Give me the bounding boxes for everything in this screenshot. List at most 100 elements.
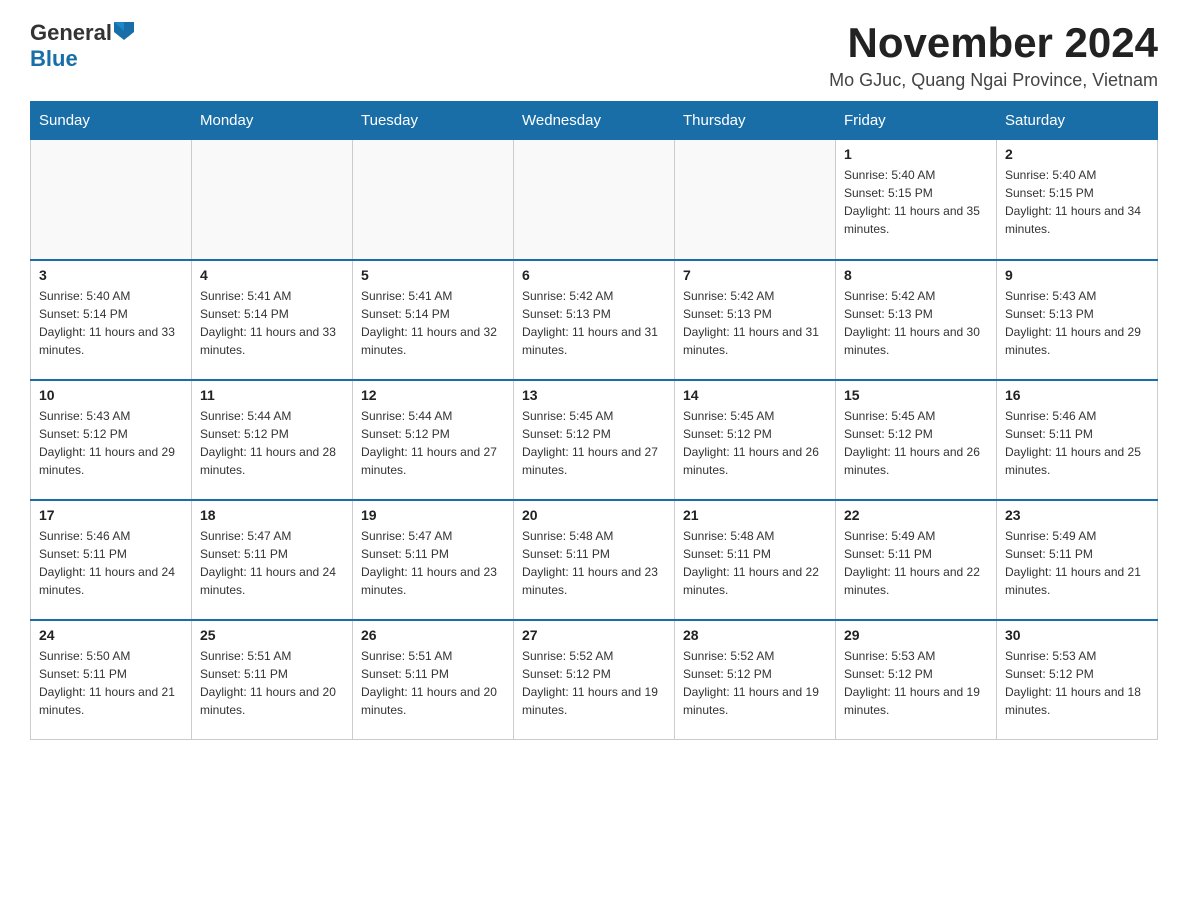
col-saturday: Saturday [997, 102, 1158, 140]
table-row: 3 Sunrise: 5:40 AMSunset: 5:14 PMDaylight… [31, 260, 192, 380]
table-row: 27 Sunrise: 5:52 AMSunset: 5:12 PMDayligh… [514, 620, 675, 740]
day-number: 16 [1005, 387, 1149, 403]
table-row: 13Sunrise: 5:45 AMSunset: 5:12 PMDayligh… [514, 380, 675, 500]
day-number: 12 [361, 387, 505, 403]
day-number: 28 [683, 627, 827, 643]
day-info: Sunrise: 5:53 AMSunset: 5:12 PMDaylight:… [1005, 647, 1149, 719]
calendar-week-row: 1 Sunrise: 5:40 AMSunset: 5:15 PMDaylight… [31, 140, 1158, 260]
day-number: 18 [200, 507, 344, 523]
table-row: 11Sunrise: 5:44 AMSunset: 5:12 PMDayligh… [192, 380, 353, 500]
page-title: November 2024 [829, 20, 1158, 66]
table-row: 15Sunrise: 5:45 AMSunset: 5:12 PMDayligh… [836, 380, 997, 500]
col-thursday: Thursday [675, 102, 836, 140]
day-info: Sunrise: 5:49 AMSunset: 5:11 PMDaylight:… [1005, 527, 1149, 599]
day-info: Sunrise: 5:52 AMSunset: 5:12 PMDaylight:… [683, 647, 827, 719]
day-info: Sunrise: 5:49 AMSunset: 5:11 PMDaylight:… [844, 527, 988, 599]
table-row: 14Sunrise: 5:45 AMSunset: 5:12 PMDayligh… [675, 380, 836, 500]
day-number: 19 [361, 507, 505, 523]
table-row [353, 140, 514, 260]
col-monday: Monday [192, 102, 353, 140]
calendar-header-row: Sunday Monday Tuesday Wednesday Thursday… [31, 102, 1158, 140]
page-header: General Blue November 2024 Mo GJuc, Quan… [30, 20, 1158, 91]
day-info: Sunrise: 5:47 AMSunset: 5:11 PMDaylight:… [200, 527, 344, 599]
day-number: 26 [361, 627, 505, 643]
table-row: 4 Sunrise: 5:41 AMSunset: 5:14 PMDaylight… [192, 260, 353, 380]
table-row: 18 Sunrise: 5:47 AMSunset: 5:11 PMDayligh… [192, 500, 353, 620]
day-info: Sunrise: 5:53 AMSunset: 5:12 PMDaylight:… [844, 647, 988, 719]
day-number: 7 [683, 267, 827, 283]
table-row: 28 Sunrise: 5:52 AMSunset: 5:12 PMDayligh… [675, 620, 836, 740]
calendar-table: Sunday Monday Tuesday Wednesday Thursday… [30, 101, 1158, 740]
day-info: Sunrise: 5:43 AMSunset: 5:12 PMDaylight:… [39, 407, 183, 479]
day-info: Sunrise: 5:41 AMSunset: 5:14 PMDaylight:… [200, 287, 344, 359]
table-row: 30Sunrise: 5:53 AMSunset: 5:12 PMDayligh… [997, 620, 1158, 740]
day-info: Sunrise: 5:51 AMSunset: 5:11 PMDaylight:… [200, 647, 344, 719]
day-number: 3 [39, 267, 183, 283]
day-number: 6 [522, 267, 666, 283]
day-info: Sunrise: 5:47 AMSunset: 5:11 PMDaylight:… [361, 527, 505, 599]
day-number: 14 [683, 387, 827, 403]
page-subtitle: Mo GJuc, Quang Ngai Province, Vietnam [829, 70, 1158, 91]
table-row: 9Sunrise: 5:43 AMSunset: 5:13 PMDaylight… [997, 260, 1158, 380]
day-info: Sunrise: 5:48 AMSunset: 5:11 PMDaylight:… [683, 527, 827, 599]
day-number: 23 [1005, 507, 1149, 523]
calendar-week-row: 24 Sunrise: 5:50 AMSunset: 5:11 PMDayligh… [31, 620, 1158, 740]
table-row: 23 Sunrise: 5:49 AMSunset: 5:11 PMDayligh… [997, 500, 1158, 620]
day-info: Sunrise: 5:44 AMSunset: 5:12 PMDaylight:… [361, 407, 505, 479]
day-info: Sunrise: 5:46 AMSunset: 5:11 PMDaylight:… [1005, 407, 1149, 479]
day-info: Sunrise: 5:52 AMSunset: 5:12 PMDaylight:… [522, 647, 666, 719]
table-row: 7 Sunrise: 5:42 AMSunset: 5:13 PMDaylight… [675, 260, 836, 380]
calendar-week-row: 17 Sunrise: 5:46 AMSunset: 5:11 PMDayligh… [31, 500, 1158, 620]
table-row: 21 Sunrise: 5:48 AMSunset: 5:11 PMDayligh… [675, 500, 836, 620]
day-number: 10 [39, 387, 183, 403]
day-number: 29 [844, 627, 988, 643]
day-info: Sunrise: 5:40 AMSunset: 5:14 PMDaylight:… [39, 287, 183, 359]
day-number: 21 [683, 507, 827, 523]
day-number: 17 [39, 507, 183, 523]
table-row: 22 Sunrise: 5:49 AMSunset: 5:11 PMDayligh… [836, 500, 997, 620]
day-number: 27 [522, 627, 666, 643]
table-row: 1 Sunrise: 5:40 AMSunset: 5:15 PMDaylight… [836, 140, 997, 260]
table-row: 8Sunrise: 5:42 AMSunset: 5:13 PMDaylight… [836, 260, 997, 380]
table-row: 25 Sunrise: 5:51 AMSunset: 5:11 PMDayligh… [192, 620, 353, 740]
day-info: Sunrise: 5:42 AMSunset: 5:13 PMDaylight:… [683, 287, 827, 359]
logo-general-text: General [30, 20, 112, 46]
col-sunday: Sunday [31, 102, 192, 140]
day-info: Sunrise: 5:42 AMSunset: 5:13 PMDaylight:… [522, 287, 666, 359]
day-info: Sunrise: 5:42 AMSunset: 5:13 PMDaylight:… [844, 287, 988, 359]
calendar-week-row: 3 Sunrise: 5:40 AMSunset: 5:14 PMDaylight… [31, 260, 1158, 380]
day-number: 1 [844, 146, 988, 162]
day-number: 9 [1005, 267, 1149, 283]
day-info: Sunrise: 5:46 AMSunset: 5:11 PMDaylight:… [39, 527, 183, 599]
table-row [514, 140, 675, 260]
day-info: Sunrise: 5:40 AMSunset: 5:15 PMDaylight:… [844, 166, 988, 238]
table-row: 24 Sunrise: 5:50 AMSunset: 5:11 PMDayligh… [31, 620, 192, 740]
table-row: 12 Sunrise: 5:44 AMSunset: 5:12 PMDayligh… [353, 380, 514, 500]
day-number: 25 [200, 627, 344, 643]
table-row [192, 140, 353, 260]
logo-flag-icon [114, 22, 134, 45]
table-row: 17 Sunrise: 5:46 AMSunset: 5:11 PMDayligh… [31, 500, 192, 620]
title-section: November 2024 Mo GJuc, Quang Ngai Provin… [829, 20, 1158, 91]
day-info: Sunrise: 5:50 AMSunset: 5:11 PMDaylight:… [39, 647, 183, 719]
day-info: Sunrise: 5:45 AMSunset: 5:12 PMDaylight:… [522, 407, 666, 479]
day-number: 22 [844, 507, 988, 523]
table-row: 5Sunrise: 5:41 AMSunset: 5:14 PMDaylight… [353, 260, 514, 380]
day-info: Sunrise: 5:48 AMSunset: 5:11 PMDaylight:… [522, 527, 666, 599]
day-number: 2 [1005, 146, 1149, 162]
table-row: 29 Sunrise: 5:53 AMSunset: 5:12 PMDayligh… [836, 620, 997, 740]
table-row [675, 140, 836, 260]
day-info: Sunrise: 5:40 AMSunset: 5:15 PMDaylight:… [1005, 166, 1149, 238]
calendar-week-row: 10 Sunrise: 5:43 AMSunset: 5:12 PMDayligh… [31, 380, 1158, 500]
day-info: Sunrise: 5:41 AMSunset: 5:14 PMDaylight:… [361, 287, 505, 359]
table-row: 6 Sunrise: 5:42 AMSunset: 5:13 PMDaylight… [514, 260, 675, 380]
table-row: 16 Sunrise: 5:46 AMSunset: 5:11 PMDayligh… [997, 380, 1158, 500]
day-number: 15 [844, 387, 988, 403]
day-number: 24 [39, 627, 183, 643]
table-row: 10 Sunrise: 5:43 AMSunset: 5:12 PMDayligh… [31, 380, 192, 500]
day-number: 11 [200, 387, 344, 403]
day-number: 4 [200, 267, 344, 283]
table-row: 19 Sunrise: 5:47 AMSunset: 5:11 PMDayligh… [353, 500, 514, 620]
table-row: 20Sunrise: 5:48 AMSunset: 5:11 PMDayligh… [514, 500, 675, 620]
table-row [31, 140, 192, 260]
